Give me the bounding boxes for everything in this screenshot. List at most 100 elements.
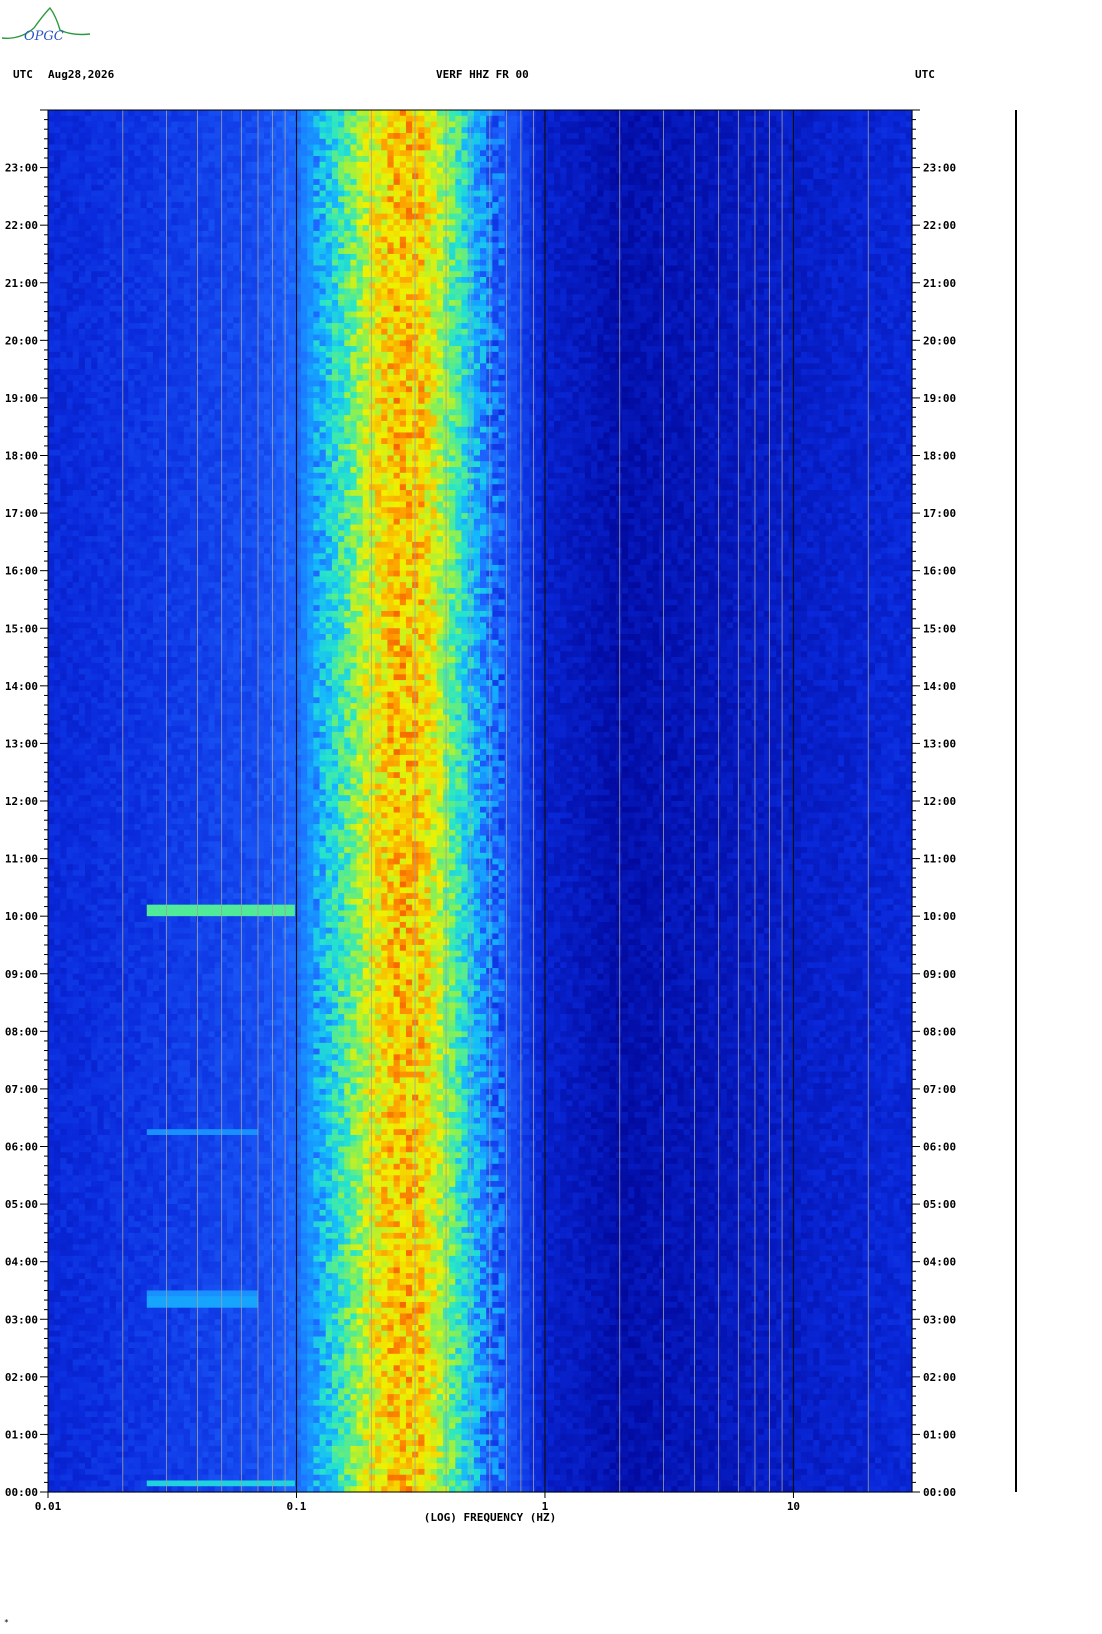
heatmap-cell (424, 139, 431, 145)
heatmap-cell (455, 306, 462, 312)
heatmap-cell (104, 248, 111, 254)
heatmap-cell (468, 289, 475, 295)
heatmap-cell (727, 225, 734, 231)
heatmap-cell (73, 289, 80, 295)
heatmap-cell (73, 248, 80, 254)
heatmap-cell (128, 271, 135, 277)
heatmap-cell (850, 127, 857, 133)
heatmap-cell (147, 283, 154, 289)
heatmap-cell (603, 139, 610, 145)
heatmap-cell (801, 191, 808, 197)
heatmap-cell (523, 179, 530, 185)
heatmap-cell (54, 173, 61, 179)
heatmap-cell (381, 231, 388, 237)
heatmap-cell (208, 219, 215, 225)
heatmap-cell (363, 294, 370, 300)
heatmap-cell (708, 116, 715, 122)
heatmap-cell (369, 312, 376, 318)
heatmap-cell (505, 231, 512, 237)
heatmap-cell (116, 162, 123, 168)
heatmap-cell (468, 133, 475, 139)
heatmap-cell (536, 254, 543, 260)
heatmap-cell (455, 173, 462, 179)
heatmap-cell (276, 150, 283, 156)
heatmap-cell (159, 237, 166, 243)
heatmap-cell (684, 214, 691, 220)
heatmap-cell (375, 294, 382, 300)
heatmap-cell (782, 242, 789, 248)
heatmap-cell (276, 248, 283, 254)
heatmap-cell (634, 191, 641, 197)
heatmap-cell (745, 271, 752, 277)
heatmap-cell (690, 191, 697, 197)
heatmap-cell (850, 196, 857, 202)
heatmap-cell (85, 122, 92, 128)
heatmap-cell (566, 219, 573, 225)
heatmap-cell (128, 283, 135, 289)
heatmap-cell (110, 150, 117, 156)
heatmap-cell (591, 139, 598, 145)
heatmap-cell (332, 110, 339, 116)
heatmap-cell (431, 231, 438, 237)
heatmap-cell (233, 283, 240, 289)
heatmap-cell (449, 294, 456, 300)
heatmap-cell (437, 248, 444, 254)
heatmap-cell (431, 196, 438, 202)
heatmap-cell (344, 139, 351, 145)
heatmap-cell (406, 219, 413, 225)
heatmap-cell (67, 196, 74, 202)
heatmap-cell (579, 248, 586, 254)
heatmap-cell (276, 202, 283, 208)
heatmap-cell (264, 202, 271, 208)
heatmap-cell (560, 116, 567, 122)
heatmap-cell (431, 300, 438, 306)
heatmap-cell (893, 116, 900, 122)
heatmap-cell (591, 173, 598, 179)
heatmap-cell (190, 300, 197, 306)
heatmap-cell (258, 214, 265, 220)
heatmap-cell (252, 162, 259, 168)
heatmap-cell (591, 248, 598, 254)
heatmap-cell (171, 110, 178, 116)
heatmap-cell (196, 202, 203, 208)
heatmap-cell (696, 168, 703, 174)
heatmap-cell (579, 185, 586, 191)
heatmap-cell (252, 116, 259, 122)
heatmap-cell (677, 127, 684, 133)
heatmap-cell (844, 219, 851, 225)
heatmap-cell (178, 122, 185, 128)
heatmap-cell (881, 237, 888, 243)
heatmap-cell (770, 179, 777, 185)
heatmap-cell (418, 202, 425, 208)
heatmap-cell (369, 277, 376, 283)
heatmap-cell (727, 219, 734, 225)
heatmap-row (48, 283, 913, 289)
heatmap-cell (424, 271, 431, 277)
heatmap-cell (363, 225, 370, 231)
heatmap-cell (313, 219, 320, 225)
heatmap-cell (283, 139, 290, 145)
heatmap-cell (202, 214, 209, 220)
heatmap-cell (412, 260, 419, 266)
heatmap-cell (474, 185, 481, 191)
heatmap-cell (887, 162, 894, 168)
heatmap-cell (801, 294, 808, 300)
heatmap-cell (437, 231, 444, 237)
heatmap-cell (856, 122, 863, 128)
heatmap-cell (795, 231, 802, 237)
heatmap-cell (807, 133, 814, 139)
heatmap-cell (492, 214, 499, 220)
heatmap-cell (73, 277, 80, 283)
heatmap-cell (394, 265, 401, 271)
heatmap-cell (782, 231, 789, 237)
heatmap-cell (67, 312, 74, 318)
heatmap-cell (505, 289, 512, 295)
heatmap-cell (104, 306, 111, 312)
heatmap-cell (357, 156, 364, 162)
heatmap-cell (178, 214, 185, 220)
heatmap-cell (610, 202, 617, 208)
heatmap-cell (505, 179, 512, 185)
heatmap-cell (449, 196, 456, 202)
heatmap-cell (116, 271, 123, 277)
heatmap-cell (307, 162, 314, 168)
